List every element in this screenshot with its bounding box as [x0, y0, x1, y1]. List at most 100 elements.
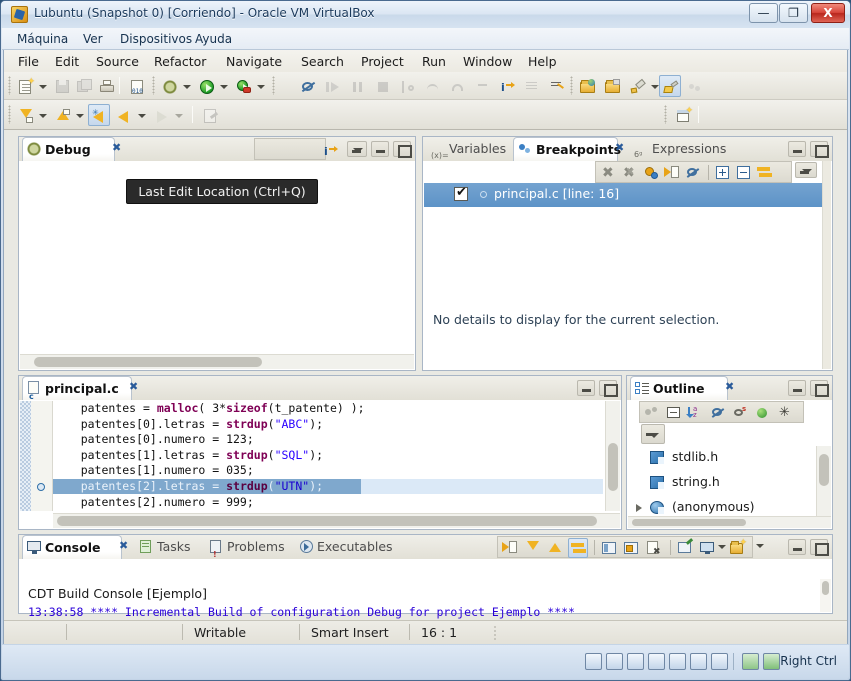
next-annotation-dropdown-arrow[interactable]: [36, 104, 49, 126]
breakpoints-view-menu-button[interactable]: [795, 162, 817, 178]
print-button[interactable]: [95, 75, 117, 97]
menu-navigate[interactable]: Navigate: [222, 53, 286, 70]
vbox-menu-maquina[interactable]: Máquina: [12, 31, 73, 48]
last-edit-location-button[interactable]: ✳: [88, 104, 110, 126]
more-toolbar-button[interactable]: [683, 75, 705, 97]
minimize-button[interactable]: [788, 380, 806, 396]
link-to-debug-view-icon[interactable]: [757, 165, 773, 181]
remove-all-breakpoints-icon[interactable]: ✖ ✖: [622, 165, 638, 181]
tab-principal-c[interactable]: c principal.c ✖: [22, 376, 138, 401]
breakpoint-marker-icon[interactable]: [37, 483, 45, 491]
editor-gutter[interactable]: [31, 401, 53, 511]
forward-button[interactable]: [150, 104, 172, 126]
pin-console-icon[interactable]: [678, 538, 694, 556]
vbox-menu-dispositivos[interactable]: Dispositivos: [115, 31, 197, 48]
toolbar-grip[interactable]: [8, 76, 11, 95]
maximize-button[interactable]: [810, 539, 829, 556]
tab-variables[interactable]: (x)= Variables: [427, 137, 509, 161]
previous-annotation-dropdown-arrow[interactable]: [73, 104, 86, 126]
terminate-button[interactable]: [371, 75, 393, 97]
editor-hscrollbar[interactable]: [53, 513, 620, 528]
focus-icon[interactable]: ✳: [778, 405, 794, 421]
expand-all-icon[interactable]: [715, 165, 731, 181]
editor-vscrollbar[interactable]: [605, 401, 620, 511]
display-dropdown-arrow[interactable]: [718, 545, 726, 549]
outline-item[interactable]: (anonymous): [628, 496, 818, 516]
outline-overflow-button[interactable]: [641, 424, 665, 444]
close-icon[interactable]: ✖: [119, 540, 130, 551]
minimize-button[interactable]: [371, 141, 389, 157]
maximize-button[interactable]: [599, 380, 618, 397]
menu-refactor[interactable]: Refactor: [150, 53, 210, 70]
new-editor-button[interactable]: [199, 104, 221, 126]
previous-annotation-button[interactable]: [51, 104, 73, 126]
breakpoint-properties-icon[interactable]: [643, 165, 659, 181]
skip-breakpoints-button[interactable]: [296, 75, 318, 97]
remove-console-icon[interactable]: ✖: [646, 540, 662, 557]
open-project-button[interactable]: [576, 75, 598, 97]
window-close-button[interactable]: X: [811, 3, 845, 23]
window-maximize-button[interactable]: ❐: [779, 3, 808, 23]
editor-overview-ruler[interactable]: [20, 401, 31, 511]
open-console-icon[interactable]: ✦: [730, 539, 747, 556]
status-resize-grip[interactable]: [494, 625, 496, 641]
close-project-button[interactable]: [601, 75, 623, 97]
menu-project[interactable]: Project: [357, 53, 408, 70]
save-all-button[interactable]: [73, 75, 95, 97]
back-button[interactable]: [113, 104, 135, 126]
window-minimize-button[interactable]: —: [749, 3, 778, 23]
close-icon[interactable]: ✖: [112, 142, 123, 153]
minimize-button[interactable]: [788, 141, 806, 157]
step-return-icon[interactable]: [260, 142, 276, 158]
close-icon[interactable]: ✖: [725, 381, 736, 392]
toolbar-grip[interactable]: [272, 76, 275, 95]
run-dropdown-arrow[interactable]: [217, 75, 230, 97]
hide-fields-icon[interactable]: [710, 405, 726, 421]
close-icon[interactable]: ✖: [129, 381, 140, 392]
tab-executables[interactable]: Executables: [295, 535, 393, 559]
hide-static-icon[interactable]: s: [732, 405, 748, 421]
shared-folder-icon[interactable]: [669, 653, 686, 670]
menu-source[interactable]: Source: [92, 53, 143, 70]
tab-outline[interactable]: Outline ✖: [630, 376, 734, 400]
step-return-button[interactable]: [446, 75, 468, 97]
hide-nonpublic-icon[interactable]: [666, 405, 682, 421]
save-button[interactable]: [51, 75, 73, 97]
scroll-down-icon[interactable]: [524, 540, 540, 556]
menu-search[interactable]: Search: [297, 53, 348, 70]
code-editor-area[interactable]: patentes = malloc( 3*sizeof(t_patente) )…: [53, 401, 603, 511]
collapse-all-icon[interactable]: [736, 165, 752, 181]
debug-dropdown-arrow[interactable]: [180, 75, 193, 97]
tab-console[interactable]: Console ✖: [22, 535, 128, 559]
instruction-stepping-button[interactable]: i: [496, 75, 518, 97]
tab-expressions[interactable]: 6ᵍ Expressions: [630, 137, 726, 161]
lock-console-icon[interactable]: [624, 540, 640, 556]
tab-breakpoints[interactable]: Breakpoints ✖: [513, 137, 624, 161]
menu-file[interactable]: File: [14, 53, 43, 70]
tab-debug[interactable]: Debug ✖: [22, 137, 121, 161]
debug-view-hscrollbar[interactable]: [20, 354, 414, 369]
view-menu-button[interactable]: [347, 141, 367, 157]
outline-vscrollbar[interactable]: [816, 446, 831, 516]
breakpoint-checkbox[interactable]: [454, 185, 468, 201]
vbox-menu-ver[interactable]: Ver: [78, 31, 108, 48]
breakpoint-list-item[interactable]: principal.c [line: 16]: [424, 183, 831, 207]
maximize-button[interactable]: [393, 141, 412, 158]
sort-alpha-icon[interactable]: a z: [686, 405, 704, 421]
minimize-button[interactable]: [577, 380, 595, 396]
run-button[interactable]: [195, 75, 217, 97]
maximize-button[interactable]: [810, 141, 829, 158]
close-icon[interactable]: ✖: [615, 142, 626, 153]
suspend-button[interactable]: [346, 75, 368, 97]
toolbar-grip[interactable]: [8, 105, 11, 124]
maximize-button[interactable]: [810, 380, 829, 397]
vm-settings-icon[interactable]: [742, 653, 759, 670]
step-into-button[interactable]: [396, 75, 418, 97]
hide-nonpublic2-icon[interactable]: [754, 405, 770, 421]
run-external-dropdown-arrow[interactable]: [254, 75, 267, 97]
new-file-button[interactable]: ✦: [14, 75, 36, 97]
optical-disk-icon[interactable]: [606, 653, 623, 670]
host-key-icon[interactable]: [763, 653, 780, 670]
sort-group-icon[interactable]: [644, 405, 660, 421]
goto-file-icon[interactable]: [664, 165, 680, 181]
